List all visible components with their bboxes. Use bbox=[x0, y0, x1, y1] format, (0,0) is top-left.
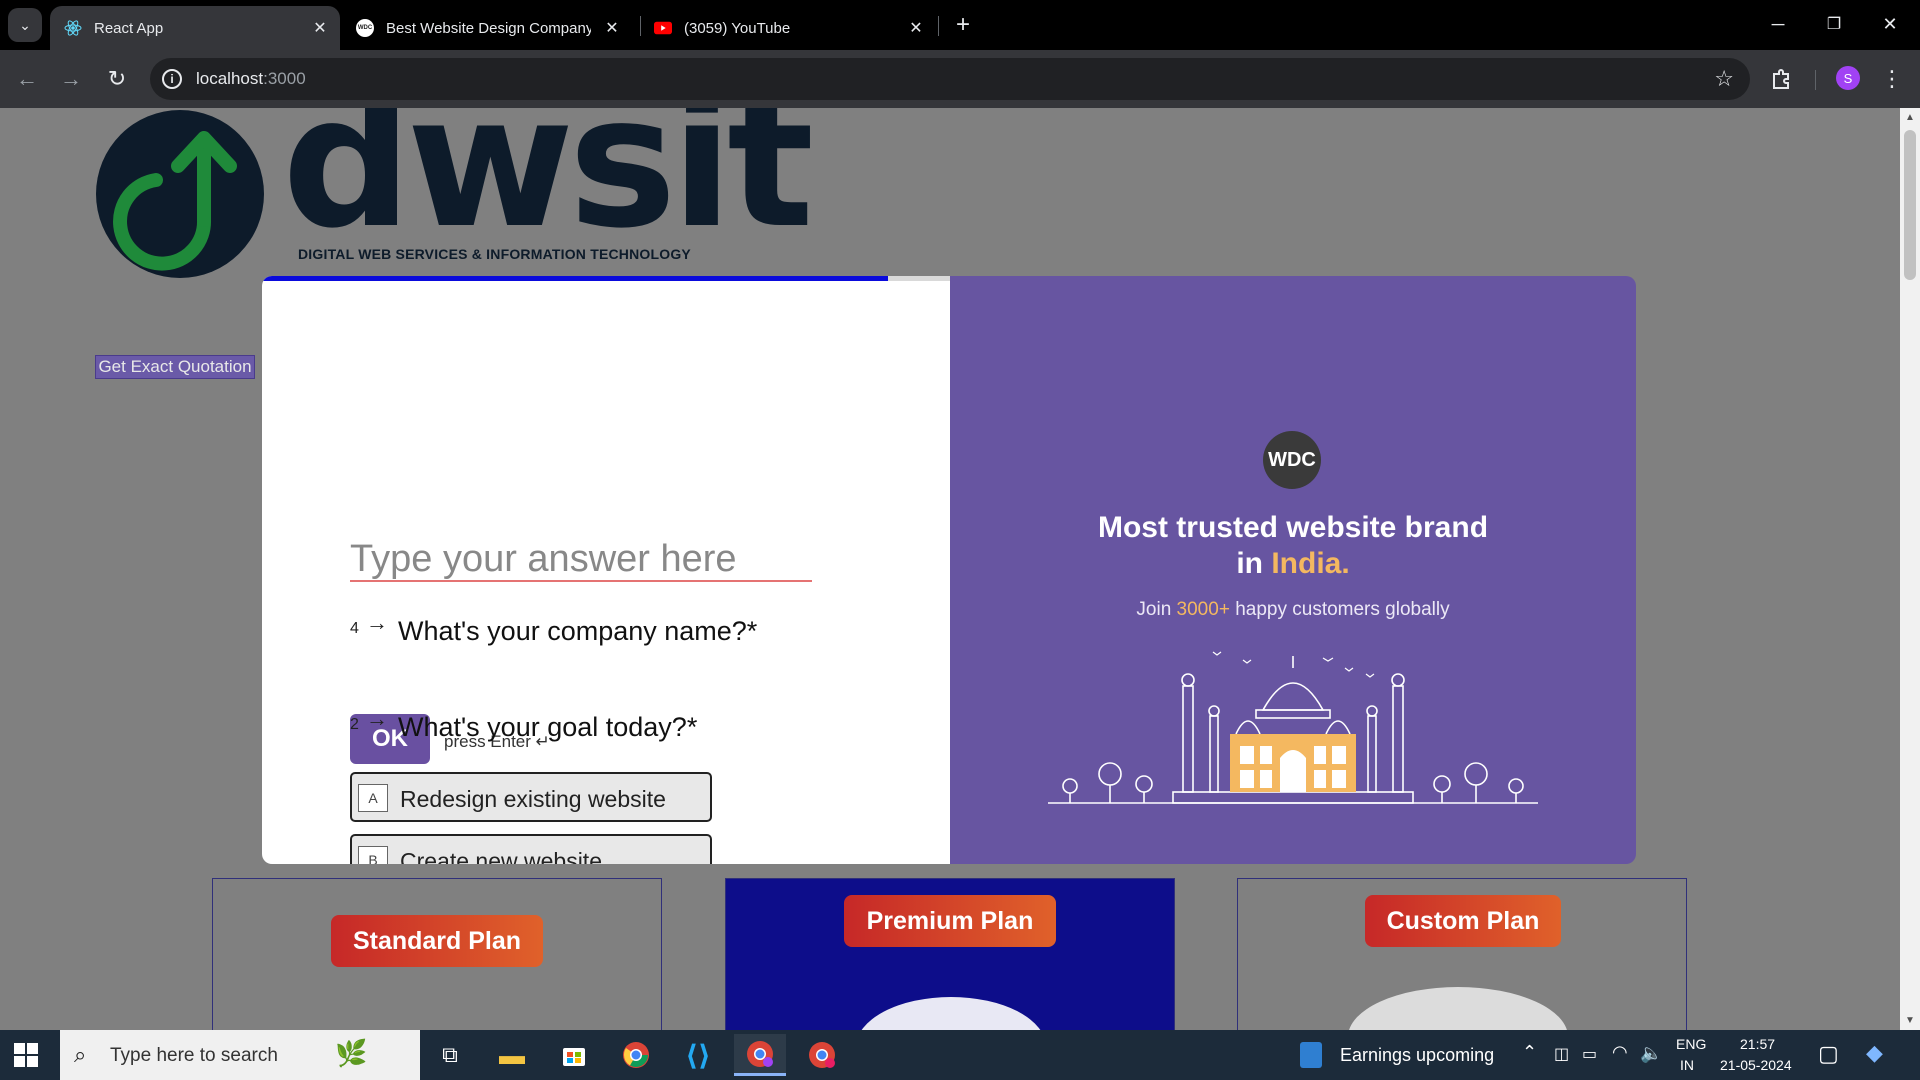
form-progress-fill bbox=[262, 276, 889, 281]
page-scrollbar[interactable]: ▲ ▼ bbox=[1900, 108, 1920, 1030]
copilot-icon[interactable]: ◆ bbox=[1866, 1040, 1883, 1066]
bookmark-star-icon[interactable]: ☆ bbox=[1714, 66, 1734, 92]
tab-title: Best Website Design Company bbox=[386, 19, 591, 37]
chrome-profile-icon[interactable] bbox=[796, 1034, 848, 1076]
standard-plan-button[interactable]: Standard Plan bbox=[331, 915, 543, 967]
wdc-icon: WDC bbox=[356, 19, 374, 37]
youtube-icon bbox=[654, 19, 672, 37]
dwsit-logo-icon bbox=[96, 110, 264, 278]
news-widget[interactable]: Earnings upcoming bbox=[1300, 1030, 1500, 1080]
promo-headline-country: in India. bbox=[1236, 547, 1350, 580]
close-tab-icon[interactable]: ✕ bbox=[906, 18, 926, 38]
company-name-input[interactable] bbox=[350, 538, 812, 582]
meet-now-icon[interactable]: ◫ bbox=[1554, 1044, 1569, 1064]
file-explorer-icon[interactable]: ▬ bbox=[486, 1034, 538, 1076]
close-window-icon[interactable]: ✕ bbox=[1870, 8, 1910, 40]
menu-dots-icon[interactable]: ⋮ bbox=[1880, 62, 1904, 96]
windows-taskbar: ⌕ Type here to search 🌿 ⧉ ▬ ⟨⟩ Earnings … bbox=[0, 1030, 1920, 1080]
wifi-icon[interactable]: ◠ bbox=[1612, 1042, 1628, 1063]
tab-youtube[interactable]: (3059) YouTube ✕ bbox=[640, 6, 936, 50]
language-indicator[interactable]: ENG bbox=[1676, 1036, 1706, 1052]
notifications-icon[interactable]: ▢ bbox=[1818, 1041, 1839, 1067]
scroll-down-icon[interactable]: ▼ bbox=[1905, 1015, 1915, 1026]
profile-avatar[interactable]: S bbox=[1836, 66, 1860, 90]
volume-icon[interactable]: 🔈 bbox=[1640, 1043, 1662, 1064]
choice-label: Create new website bbox=[400, 848, 602, 864]
scrollbar-thumb[interactable] bbox=[1904, 130, 1916, 280]
tab-title: React App bbox=[94, 19, 164, 37]
clock-date[interactable]: 21-05-2024 bbox=[1720, 1057, 1792, 1073]
task-view-icon[interactable]: ⧉ bbox=[424, 1034, 476, 1076]
tab-title: (3059) YouTube bbox=[684, 19, 791, 37]
promo-customers-text: Join 3000+ happy customers globally bbox=[1136, 599, 1450, 620]
choice-key: B bbox=[358, 846, 388, 864]
taskbar-search-box[interactable]: ⌕ Type here to search 🌿 bbox=[60, 1030, 420, 1080]
close-tab-icon[interactable]: ✕ bbox=[310, 18, 330, 38]
scroll-up-icon[interactable]: ▲ bbox=[1905, 112, 1915, 123]
news-text: Earnings upcoming bbox=[1340, 1045, 1495, 1065]
browser-tab-strip: ⌄ React App ✕ WDC Best Website Design Co… bbox=[0, 0, 1920, 50]
choice-redesign[interactable]: A Redesign existing website bbox=[350, 772, 712, 822]
standard-plan-card: Standard Plan bbox=[212, 878, 662, 1030]
address-bar[interactable]: i localhost:3000 ☆ bbox=[150, 58, 1750, 100]
tab-react-app[interactable]: React App ✕ bbox=[50, 6, 340, 50]
promo-panel: WDC Most trusted website brand in India.… bbox=[950, 276, 1636, 864]
custom-plan-button[interactable]: Custom Plan bbox=[1365, 895, 1561, 947]
premium-plan-image bbox=[856, 997, 1046, 1030]
question-goal: What's your goal today?* bbox=[398, 712, 698, 742]
question-company-name: What's your company name?* bbox=[398, 616, 758, 646]
windows-start-icon[interactable] bbox=[14, 1043, 38, 1067]
taj-mahal-illustration-icon bbox=[1048, 651, 1538, 804]
wdc-logo-icon: WDC bbox=[1263, 431, 1321, 489]
question-number: 2 bbox=[350, 716, 359, 733]
new-tab-icon[interactable]: + bbox=[948, 10, 978, 40]
choice-key: A bbox=[358, 784, 388, 812]
page-viewport: dwsit DIGITAL WEB SERVICES & INFORMATION… bbox=[0, 108, 1900, 1030]
reload-icon[interactable]: ↻ bbox=[100, 62, 134, 96]
microsoft-store-icon[interactable] bbox=[548, 1034, 600, 1076]
question-arrow-icon: → bbox=[366, 706, 388, 731]
premium-plan-button[interactable]: Premium Plan bbox=[844, 895, 1056, 947]
tab-separator bbox=[938, 16, 939, 36]
back-icon[interactable]: ← bbox=[10, 62, 44, 96]
get-exact-quotation-button[interactable]: Get Exact Quotation bbox=[95, 355, 255, 379]
battery-icon[interactable]: ▭ bbox=[1582, 1044, 1597, 1064]
toolbar-separator bbox=[1815, 70, 1816, 90]
custom-plan-card: Custom Plan bbox=[1237, 878, 1687, 1030]
choice-create-new[interactable]: B Create new website bbox=[350, 834, 712, 864]
show-hidden-icons-icon[interactable]: ⌃ bbox=[1522, 1042, 1537, 1063]
close-tab-icon[interactable]: ✕ bbox=[602, 18, 622, 38]
form-progress-track bbox=[262, 276, 950, 281]
browser-toolbar: ← → ↻ i localhost:3000 ☆ ⋮ bbox=[0, 50, 1920, 108]
chrome-profile-icon[interactable] bbox=[734, 1034, 786, 1076]
restore-icon[interactable]: ❐ bbox=[1814, 8, 1854, 40]
quotation-form-panel: 4 → What's your company name?* OK press … bbox=[262, 276, 950, 864]
site-info-icon[interactable]: i bbox=[162, 69, 182, 89]
logo-subtitle: DIGITAL WEB SERVICES & INFORMATION TECHN… bbox=[298, 246, 691, 262]
chrome-icon[interactable] bbox=[610, 1034, 662, 1076]
react-icon bbox=[64, 19, 82, 37]
tab-best-website-design[interactable]: WDC Best Website Design Company ✕ bbox=[342, 6, 632, 50]
logo-wordmark: dwsit bbox=[282, 108, 814, 268]
question-number: 4 bbox=[350, 620, 359, 637]
region-indicator[interactable]: IN bbox=[1680, 1057, 1694, 1073]
search-highlight-icon: 🌿 bbox=[335, 1038, 368, 1068]
url-text[interactable]: localhost:3000 bbox=[196, 69, 306, 89]
premium-plan-card: Premium Plan bbox=[725, 878, 1175, 1030]
vscode-icon[interactable]: ⟨⟩ bbox=[672, 1034, 724, 1076]
extensions-icon[interactable] bbox=[1767, 62, 1797, 96]
minimize-icon[interactable]: ─ bbox=[1758, 8, 1798, 40]
taskbar-search-placeholder: Type here to search bbox=[110, 1045, 278, 1066]
promo-headline: Most trusted website brand bbox=[1097, 511, 1489, 544]
forward-icon[interactable]: → bbox=[54, 62, 88, 96]
custom-plan-image bbox=[1348, 987, 1568, 1030]
search-icon: ⌕ bbox=[74, 1042, 87, 1067]
tab-search-icon[interactable]: ⌄ bbox=[8, 8, 42, 42]
news-icon bbox=[1300, 1042, 1322, 1068]
question-arrow-icon: → bbox=[366, 610, 388, 635]
choice-label: Redesign existing website bbox=[400, 786, 666, 812]
clock-time[interactable]: 21:57 bbox=[1740, 1036, 1775, 1052]
